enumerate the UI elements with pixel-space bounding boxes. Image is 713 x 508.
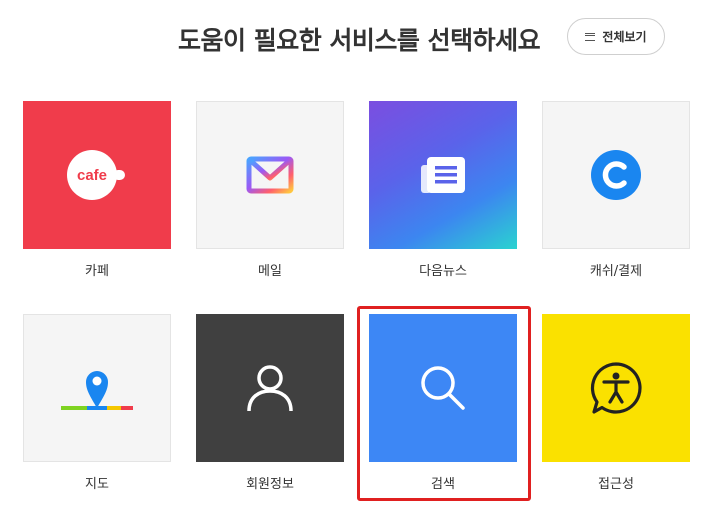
cash-c-icon: [591, 150, 641, 200]
service-tile-cafe[interactable]: cafe 카페: [23, 101, 171, 279]
service-tile-accessibility[interactable]: 접근성: [542, 314, 690, 492]
page-title: 도움이 필요한 서비스를 선택하세요: [178, 26, 541, 55]
accessibility-tile-box: [542, 314, 690, 462]
user-icon: [247, 365, 293, 412]
service-tile-news[interactable]: 다음뉴스: [369, 101, 517, 279]
service-label-cafe: 카페: [85, 264, 109, 279]
search-tile-box: [369, 314, 517, 462]
accessibility-icon: [590, 362, 642, 414]
cafe-tile-box: cafe: [23, 101, 171, 249]
search-icon: [421, 366, 465, 410]
service-tile-map[interactable]: 지도: [23, 314, 171, 492]
menu-icon: [585, 32, 596, 41]
cash-tile-box: [542, 101, 690, 249]
mail-icon: [246, 156, 294, 194]
service-label-map: 지도: [85, 477, 109, 492]
mail-tile-box: [196, 101, 344, 249]
header: 도움이 필요한 서비스를 선택하세요 전체보기: [0, 0, 713, 80]
news-tile-box: [369, 101, 517, 249]
service-label-cash: 캐쉬/결제: [589, 264, 643, 279]
service-tile-member-info[interactable]: 회원정보: [196, 314, 344, 492]
view-all-label: 전체보기: [602, 30, 647, 44]
view-all-button[interactable]: 전체보기: [567, 18, 665, 55]
cafe-icon: cafe: [67, 150, 125, 200]
service-tile-cash[interactable]: 캐쉬/결제: [542, 101, 690, 279]
service-label-member-info: 회원정보: [246, 477, 294, 492]
svg-text:cafe: cafe: [77, 167, 107, 184]
map-tile-box: [23, 314, 171, 462]
map-pin-icon: [61, 371, 133, 410]
service-label-mail: 메일: [258, 264, 282, 279]
service-label-news: 다음뉴스: [419, 264, 467, 279]
service-tile-search[interactable]: 검색: [369, 314, 517, 492]
service-label-search: 검색: [431, 477, 455, 492]
service-tile-mail[interactable]: 메일: [196, 101, 344, 279]
news-icon: [421, 157, 465, 193]
service-label-accessibility: 접근성: [598, 477, 634, 492]
member-info-tile-box: [196, 314, 344, 462]
